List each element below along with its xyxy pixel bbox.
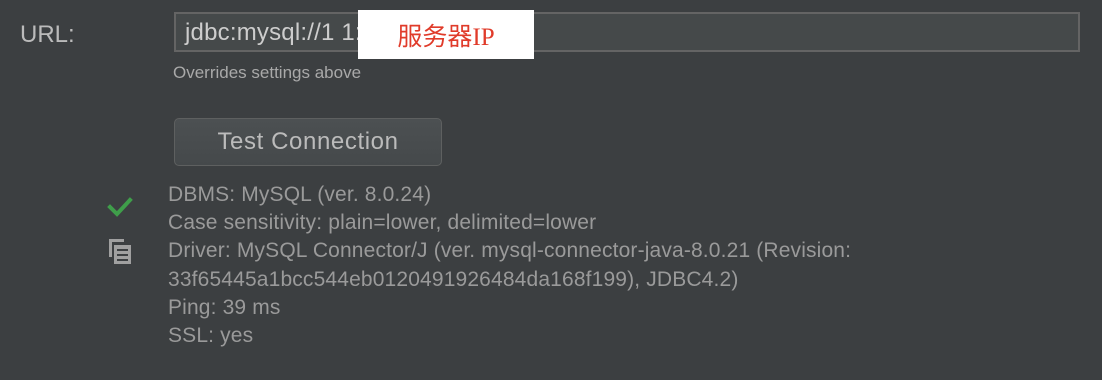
url-input[interactable]: jdbc:mysql://1 1:3306/lab1 [174, 12, 1080, 52]
redaction-overlay: 服务器IP [358, 10, 534, 59]
info-line-dbms: DBMS: MySQL (ver. 8.0.24) [168, 183, 432, 206]
info-line-ssl: SSL: yes [168, 324, 254, 348]
info-line-revision: 33f65445a1bcc544eb0120491926484da168f199… [168, 267, 739, 291]
info-line-driver: Driver: MySQL Connector/J (ver. mysql-co… [168, 239, 852, 263]
test-connection-button[interactable]: Test Connection [174, 118, 442, 166]
copy-icon[interactable] [107, 237, 133, 265]
info-line-case-sensitivity: Case sensitivity: plain=lower, delimited… [168, 211, 597, 235]
redaction-label: 服务器IP [397, 23, 495, 51]
info-line-ping: Ping: 39 ms [168, 295, 281, 319]
connection-info: DBMS: MySQL (ver. 8.0.24) Case sensitivi… [168, 181, 851, 350]
url-hint: Overrides settings above [173, 63, 362, 82]
check-icon [107, 197, 133, 217]
url-label: URL: [20, 21, 75, 48]
